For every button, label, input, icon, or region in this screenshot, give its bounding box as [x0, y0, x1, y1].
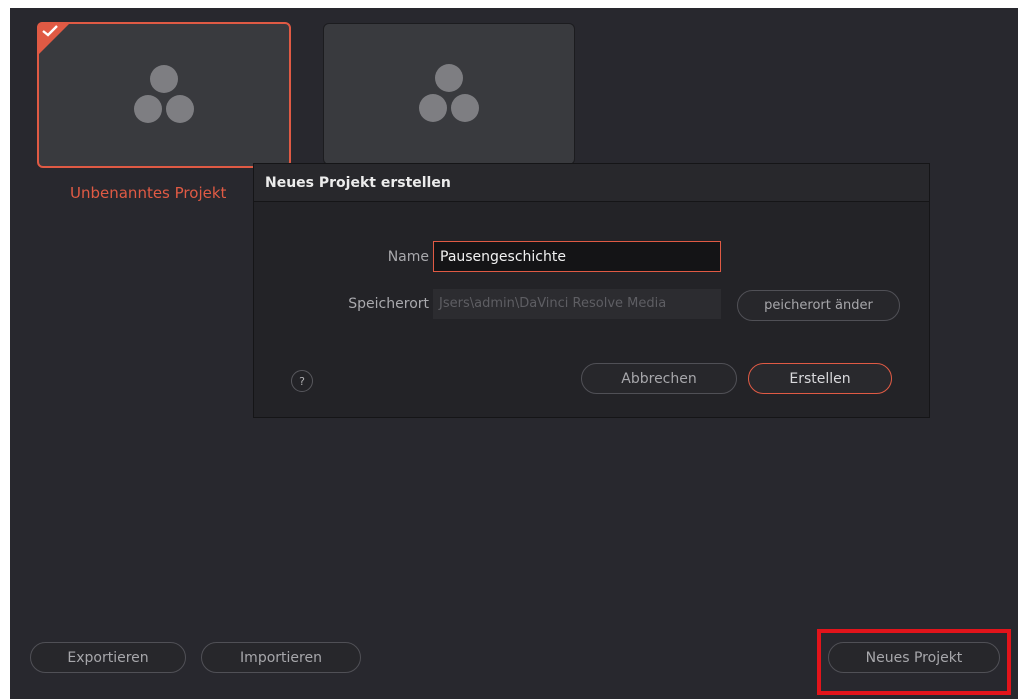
location-field: Jsers\admin\DaVinci Resolve Media [433, 289, 721, 319]
selected-corner-mark [37, 22, 71, 56]
export-button[interactable]: Exportieren [30, 642, 186, 673]
project-thumbnail-unbenanntes-projekt[interactable] [37, 22, 291, 168]
dialog-title: Neues Projekt erstellen [254, 164, 929, 202]
checkmark-icon [42, 25, 58, 37]
location-label: Speicherort [348, 296, 429, 312]
cancel-button[interactable]: Abbrechen [581, 363, 737, 394]
name-label: Name [387, 249, 429, 265]
project-name-label[interactable]: Unbenanntes Projekt [70, 184, 226, 202]
project-thumbnail-2[interactable] [323, 23, 575, 165]
help-icon[interactable]: ? [291, 370, 313, 392]
resolve-logo-icon [419, 64, 479, 122]
import-button[interactable]: Importieren [201, 642, 361, 673]
project-manager-window: Unbenanntes Projekt Neues Projekt erstel… [10, 8, 1018, 699]
project-name-input[interactable] [433, 241, 721, 272]
change-location-button[interactable]: peicherort änder [737, 290, 900, 321]
new-project-dialog: Neues Projekt erstellen Name Speicherort… [253, 163, 930, 418]
create-button[interactable]: Erstellen [748, 363, 892, 394]
highlight-box [817, 629, 1011, 695]
resolve-logo-icon [134, 65, 194, 123]
